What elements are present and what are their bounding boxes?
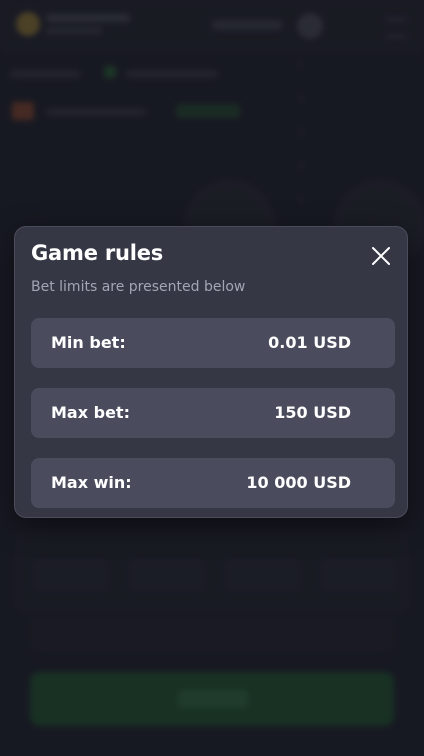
max-win-value: 10 000 USD <box>246 473 351 492</box>
game-page: Game rules Bet limits are presented belo… <box>0 0 424 756</box>
close-icon <box>372 247 390 265</box>
min-bet-value: 0.01 USD <box>268 333 351 352</box>
modal-title: Game rules <box>31 241 164 265</box>
game-rules-modal: Game rules Bet limits are presented belo… <box>14 226 408 518</box>
max-win-label: Max win: <box>51 473 132 492</box>
max-bet-label: Max bet: <box>51 403 130 422</box>
max-bet-value: 150 USD <box>274 403 351 422</box>
modal-subtitle: Bet limits are presented below <box>31 279 246 295</box>
min-bet-label: Min bet: <box>51 333 126 352</box>
max-win-row: Max win: 10 000 USD <box>31 458 395 508</box>
max-bet-row: Max bet: 150 USD <box>31 388 395 438</box>
min-bet-row: Min bet: 0.01 USD <box>31 318 395 368</box>
close-button[interactable] <box>369 244 393 268</box>
